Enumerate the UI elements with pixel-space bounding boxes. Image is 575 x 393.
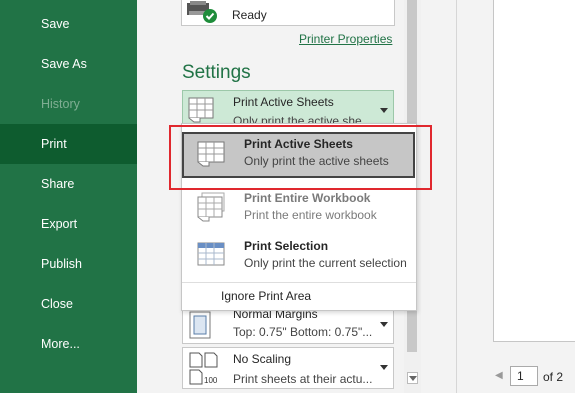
menu-item-selection[interactable]: Print Selection Only print the current s… [182, 234, 416, 280]
menu-divider [182, 282, 416, 283]
nav-history: History [41, 97, 80, 111]
page-total: of 2 [543, 370, 564, 384]
menu-item-subtitle: Only print the current selection [244, 256, 407, 270]
sheets-icon [188, 97, 214, 123]
printer-properties-link[interactable]: Printer Properties [299, 32, 392, 46]
print-what-title: Print Active Sheets [233, 95, 334, 109]
nav-share[interactable]: Share [0, 164, 137, 204]
printer-dropdown[interactable]: Ready [181, 0, 395, 26]
ignore-print-area-option[interactable]: Ignore Print Area [221, 289, 311, 303]
printer-icon [187, 1, 217, 23]
preview-divider [456, 0, 457, 393]
scaling-subtitle: Print sheets at their actu... [233, 372, 373, 386]
prev-page-icon[interactable]: ◀ [495, 370, 503, 381]
highlight-box [169, 125, 432, 190]
nav-print[interactable]: Print [0, 124, 137, 164]
menu-item-subtitle: Print the entire workbook [244, 208, 377, 222]
nav-more[interactable]: More... [0, 324, 137, 364]
chevron-down-icon [380, 365, 388, 370]
page-number-input[interactable]: 1 [510, 366, 538, 386]
margins-icon [189, 311, 211, 339]
printer-status: Ready [232, 8, 267, 22]
chevron-down-icon [409, 376, 417, 381]
scaling-icon: 100 [189, 352, 218, 385]
scaling-title: No Scaling [233, 352, 292, 366]
scroll-down-button[interactable] [407, 372, 418, 384]
preview-page [493, 0, 575, 342]
nav-export[interactable]: Export [0, 204, 137, 244]
backstage-nav: Save Save As History Print Share Export … [0, 0, 137, 393]
settings-heading: Settings [182, 62, 251, 83]
chevron-down-icon [380, 108, 388, 113]
nav-publish[interactable]: Publish [0, 244, 137, 284]
menu-item-title: Print Selection [244, 239, 329, 253]
nav-save[interactable]: Save [0, 4, 137, 44]
scaling-dropdown[interactable]: 100 No Scaling Print sheets at their act… [182, 347, 394, 389]
margins-dropdown[interactable]: Normal Margins Top: 0.75" Bottom: 0.75".… [182, 306, 394, 344]
selection-icon [197, 242, 225, 266]
menu-item-title: Print Entire Workbook [244, 191, 371, 205]
chevron-down-icon [380, 322, 388, 327]
nav-save-as[interactable]: Save As [0, 44, 137, 84]
menu-item-entire-workbook[interactable]: Print Entire Workbook Print the entire w… [182, 186, 416, 232]
workbook-icon [197, 192, 225, 222]
nav-close[interactable]: Close [0, 284, 137, 324]
margins-subtitle: Top: 0.75" Bottom: 0.75"... [233, 325, 373, 339]
svg-text:100: 100 [204, 376, 218, 385]
